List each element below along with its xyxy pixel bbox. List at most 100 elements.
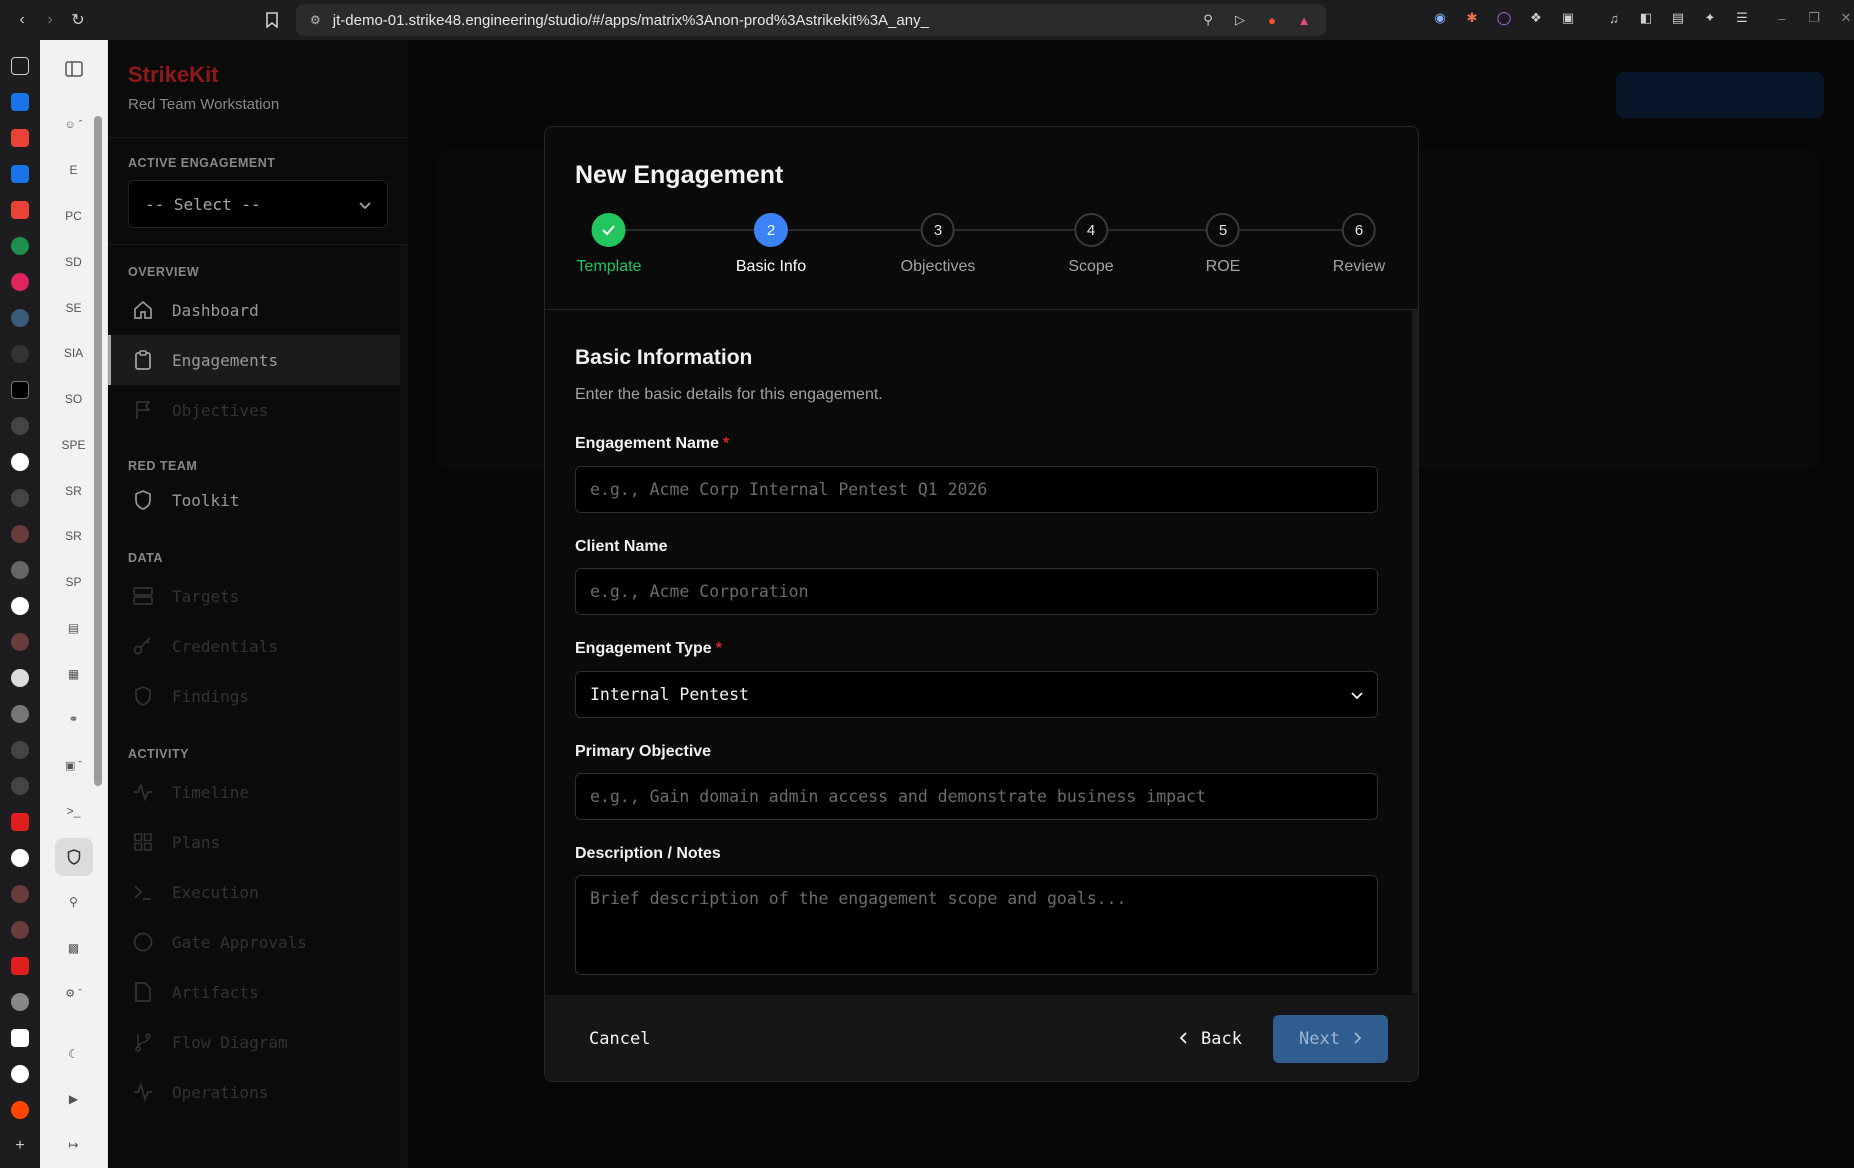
app-icon[interactable] bbox=[11, 741, 29, 759]
phone-icon[interactable] bbox=[11, 237, 29, 255]
extension-icon[interactable]: ▣ bbox=[1558, 8, 1578, 28]
reddit-icon[interactable] bbox=[11, 1101, 29, 1119]
label-text: Engagement Type bbox=[575, 640, 712, 657]
client-name-label: Client Name bbox=[575, 538, 668, 555]
extension-icon[interactable]: ✱ bbox=[1462, 8, 1482, 28]
app-icon[interactable] bbox=[11, 885, 29, 903]
basic-info-form: Basic Information Enter the basic detail… bbox=[545, 310, 1418, 994]
users-collapse-icon[interactable]: ☺ ˆ bbox=[55, 106, 93, 144]
engagement-name-input[interactable]: e.g., Acme Corp Internal Pentest Q1 2026 bbox=[575, 466, 1378, 513]
rail-item-so[interactable]: SO bbox=[55, 380, 93, 418]
github-icon[interactable] bbox=[11, 849, 29, 867]
app-icon[interactable] bbox=[11, 777, 29, 795]
site-settings-icon[interactable]: ⚙ bbox=[310, 13, 321, 27]
github-icon[interactable] bbox=[11, 597, 29, 615]
app-icon[interactable] bbox=[11, 633, 29, 651]
app-icon[interactable] bbox=[11, 1029, 29, 1047]
document-icon[interactable]: ▤ bbox=[55, 609, 93, 647]
search-icon[interactable]: ⚲ bbox=[55, 884, 93, 922]
github-icon[interactable] bbox=[11, 1065, 29, 1083]
box-collapse-icon[interactable]: ▣ ˆ bbox=[55, 746, 93, 784]
rail-item-se[interactable]: SE bbox=[55, 289, 93, 327]
reload-icon[interactable]: ↻ bbox=[64, 6, 92, 34]
extension-icon[interactable]: ◯ bbox=[1494, 8, 1514, 28]
step-review[interactable]: 6 Review bbox=[1333, 213, 1385, 276]
zoom-icon[interactable]: ⚲ bbox=[1198, 10, 1218, 30]
app-icon[interactable] bbox=[11, 489, 29, 507]
leo-icon[interactable]: ✦ bbox=[1700, 8, 1720, 28]
cancel-button[interactable]: Cancel bbox=[575, 1015, 664, 1063]
logout-icon[interactable]: ↦ bbox=[55, 1126, 93, 1164]
rail-item-sia[interactable]: SIA bbox=[55, 335, 93, 373]
back-button[interactable]: Back bbox=[1165, 1015, 1256, 1063]
globe-icon[interactable] bbox=[11, 993, 29, 1011]
brave-shield-icon[interactable]: ● bbox=[1262, 10, 1282, 30]
briefcase-icon[interactable]: ▩ bbox=[55, 929, 93, 967]
app-icon[interactable] bbox=[11, 273, 29, 291]
rail-item-e[interactable]: E bbox=[55, 152, 93, 190]
rail-item-sp[interactable]: SP bbox=[55, 563, 93, 601]
minimize-icon[interactable]: – bbox=[1772, 8, 1792, 28]
form-scrollbar[interactable] bbox=[1412, 310, 1418, 994]
media-icon[interactable]: ♫ bbox=[1604, 8, 1624, 28]
app-icon[interactable] bbox=[11, 417, 29, 435]
rail-scrollbar[interactable] bbox=[94, 100, 102, 1000]
step-template[interactable]: Template bbox=[577, 213, 641, 276]
app-icon[interactable] bbox=[11, 345, 29, 363]
check-icon bbox=[591, 213, 626, 247]
shield-icon[interactable] bbox=[54, 837, 93, 876]
back-arrow-icon[interactable]: ‹ bbox=[8, 6, 36, 34]
youtube-icon[interactable] bbox=[11, 957, 29, 975]
app-icon[interactable] bbox=[11, 561, 29, 579]
panel-toggle-icon[interactable] bbox=[55, 50, 93, 88]
sidebar-toggle-icon[interactable]: ◧ bbox=[1636, 8, 1656, 28]
step-roe[interactable]: 5 ROE bbox=[1206, 213, 1240, 276]
restore-icon[interactable]: ❐ bbox=[1804, 8, 1824, 28]
address-bar[interactable]: ⚙ jt-demo-01.strike48.engineering/studio… bbox=[296, 4, 1326, 36]
puzzle-icon[interactable]: ❖ bbox=[1526, 8, 1546, 28]
extension-icon[interactable]: ◉ bbox=[1430, 8, 1450, 28]
step-basic-info[interactable]: 2 Basic Info bbox=[736, 213, 806, 276]
forward-arrow-icon[interactable]: › bbox=[36, 6, 64, 34]
brave-rewards-icon[interactable]: ▲ bbox=[1294, 10, 1314, 30]
calendar-icon[interactable] bbox=[11, 165, 29, 183]
gmail-icon[interactable] bbox=[11, 129, 29, 147]
calendar-icon[interactable]: ▦ bbox=[55, 655, 93, 693]
x-icon[interactable] bbox=[11, 381, 29, 399]
globe-icon[interactable] bbox=[11, 705, 29, 723]
calendar-icon[interactable] bbox=[11, 93, 29, 111]
app-icon[interactable] bbox=[11, 669, 29, 687]
app-icon[interactable] bbox=[11, 921, 29, 939]
youtube-icon[interactable] bbox=[11, 813, 29, 831]
rail-item-pc[interactable]: PC bbox=[55, 197, 93, 235]
sidebar-panel-icon[interactable] bbox=[11, 57, 29, 75]
menu-icon[interactable]: ☰ bbox=[1732, 8, 1752, 28]
app-icon[interactable] bbox=[11, 525, 29, 543]
send-icon[interactable]: ▷ bbox=[1230, 10, 1250, 30]
app-icon[interactable] bbox=[11, 309, 29, 327]
megaphone-icon[interactable]: ▶ bbox=[55, 1081, 93, 1119]
primary-objective-input[interactable]: e.g., Gain domain admin access and demon… bbox=[575, 773, 1378, 820]
wallet-icon[interactable]: ▤ bbox=[1668, 8, 1688, 28]
label-text: Engagement Name bbox=[575, 435, 720, 452]
chevron-left-icon bbox=[1179, 1029, 1187, 1049]
engagement-type-select[interactable]: Internal Pentest bbox=[575, 671, 1378, 718]
moon-icon[interactable]: ☾ bbox=[55, 1035, 93, 1073]
rail-item-sr-2[interactable]: SR bbox=[55, 518, 93, 556]
close-icon[interactable]: ✕ bbox=[1836, 8, 1854, 28]
gmail-icon[interactable] bbox=[11, 201, 29, 219]
nodes-icon[interactable]: ⚭ bbox=[55, 701, 93, 739]
step-scope[interactable]: 4 Scope bbox=[1068, 213, 1114, 276]
rail-item-sd[interactable]: SD bbox=[55, 243, 93, 281]
client-name-input[interactable]: e.g., Acme Corporation bbox=[575, 568, 1378, 615]
rail-item-sr[interactable]: SR bbox=[55, 472, 93, 510]
settings-collapse-icon[interactable]: ⚙ ˆ bbox=[55, 975, 93, 1013]
description-textarea[interactable]: Brief description of the engagement scop… bbox=[575, 875, 1378, 975]
step-objectives[interactable]: 3 Objectives bbox=[901, 213, 975, 276]
add-icon[interactable]: + bbox=[11, 1137, 29, 1155]
bookmark-icon[interactable] bbox=[258, 6, 286, 34]
github-icon[interactable] bbox=[11, 453, 29, 471]
rail-item-spe[interactable]: SPE bbox=[55, 426, 93, 464]
next-button[interactable]: Next bbox=[1273, 1015, 1388, 1063]
terminal-icon[interactable]: >_ bbox=[55, 792, 93, 830]
